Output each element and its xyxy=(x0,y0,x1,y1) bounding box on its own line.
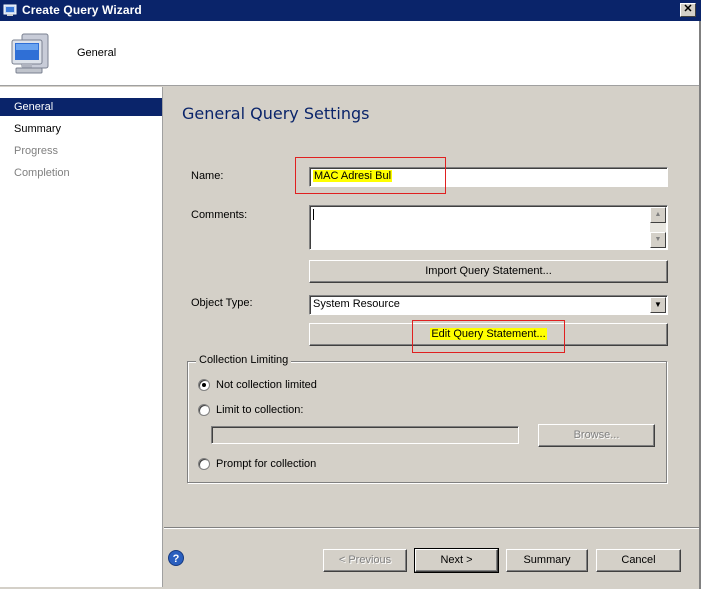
cancel-button[interactable]: Cancel xyxy=(596,549,681,572)
help-icon[interactable]: ? xyxy=(168,550,184,566)
chevron-down-icon[interactable]: ▼ xyxy=(650,297,666,313)
object-type-label: Object Type: xyxy=(191,297,253,309)
edit-query-statement-label: Edit Query Statement... xyxy=(430,328,547,340)
radio-label-limit-to-collection: Limit to collection: xyxy=(216,404,304,416)
radio-limit-to-collection[interactable] xyxy=(198,404,210,416)
name-value: MAC Adresi Bul xyxy=(313,170,393,182)
wizard-header: General xyxy=(0,21,701,86)
name-field[interactable]: MAC Adresi Bul xyxy=(309,167,668,187)
close-button[interactable]: ✕ xyxy=(680,3,696,17)
close-icon: ✕ xyxy=(683,3,693,15)
sidebar-item-general[interactable]: General xyxy=(0,98,162,116)
radio-label-prompt-for-collection: Prompt for collection xyxy=(216,458,317,470)
object-type-value: System Resource xyxy=(313,298,400,310)
collection-field xyxy=(211,426,519,444)
window-title: Create Query Wizard xyxy=(22,3,142,17)
sidebar-item-progress: Progress xyxy=(0,142,162,160)
title-bar: Create Query Wizard ✕ xyxy=(0,0,701,21)
wizard-app-icon xyxy=(3,4,17,16)
sidebar-item-label: Progress xyxy=(14,145,59,157)
text-caret xyxy=(313,209,314,220)
scroll-up-arrow-icon[interactable]: ▲ xyxy=(650,207,666,223)
edit-query-statement-button[interactable]: Edit Query Statement... xyxy=(309,323,668,346)
wizard-steps-sidebar: General Summary Progress Completion xyxy=(0,87,163,587)
browse-button: Browse... xyxy=(538,424,655,447)
import-query-statement-button[interactable]: Import Query Statement... xyxy=(309,260,668,283)
sidebar-item-summary[interactable]: Summary xyxy=(0,120,162,138)
main-panel: General Query Settings Name: MAC Adresi … xyxy=(164,87,699,587)
next-button[interactable]: Next > xyxy=(414,548,499,573)
comments-scrollbar[interactable]: ▲ ▼ xyxy=(650,207,666,248)
sidebar-item-label: Summary xyxy=(14,123,62,135)
header-title: General xyxy=(77,47,117,59)
collection-limiting-group: Collection Limiting Not collection limit… xyxy=(187,354,667,483)
object-type-select[interactable]: System Resource ▼ xyxy=(309,295,668,315)
computer-monitor-icon xyxy=(11,33,49,74)
comments-label: Comments: xyxy=(191,209,248,221)
radio-not-collection-limited[interactable] xyxy=(198,379,210,391)
footer-divider xyxy=(164,527,699,528)
page-title: General Query Settings xyxy=(182,104,370,123)
name-label: Name: xyxy=(191,170,224,182)
sidebar-item-completion: Completion xyxy=(0,164,162,182)
comments-field[interactable]: ▲ ▼ xyxy=(309,205,668,250)
previous-button: < Previous xyxy=(323,549,407,572)
collection-limiting-legend: Collection Limiting xyxy=(196,354,292,366)
summary-button[interactable]: Summary xyxy=(506,549,588,572)
sidebar-item-label: General xyxy=(14,101,54,113)
radio-prompt-for-collection[interactable] xyxy=(198,458,210,470)
scroll-down-arrow-icon[interactable]: ▼ xyxy=(650,232,666,248)
radio-label-not-collection-limited: Not collection limited xyxy=(216,379,317,391)
sidebar-item-label: Completion xyxy=(14,167,70,179)
